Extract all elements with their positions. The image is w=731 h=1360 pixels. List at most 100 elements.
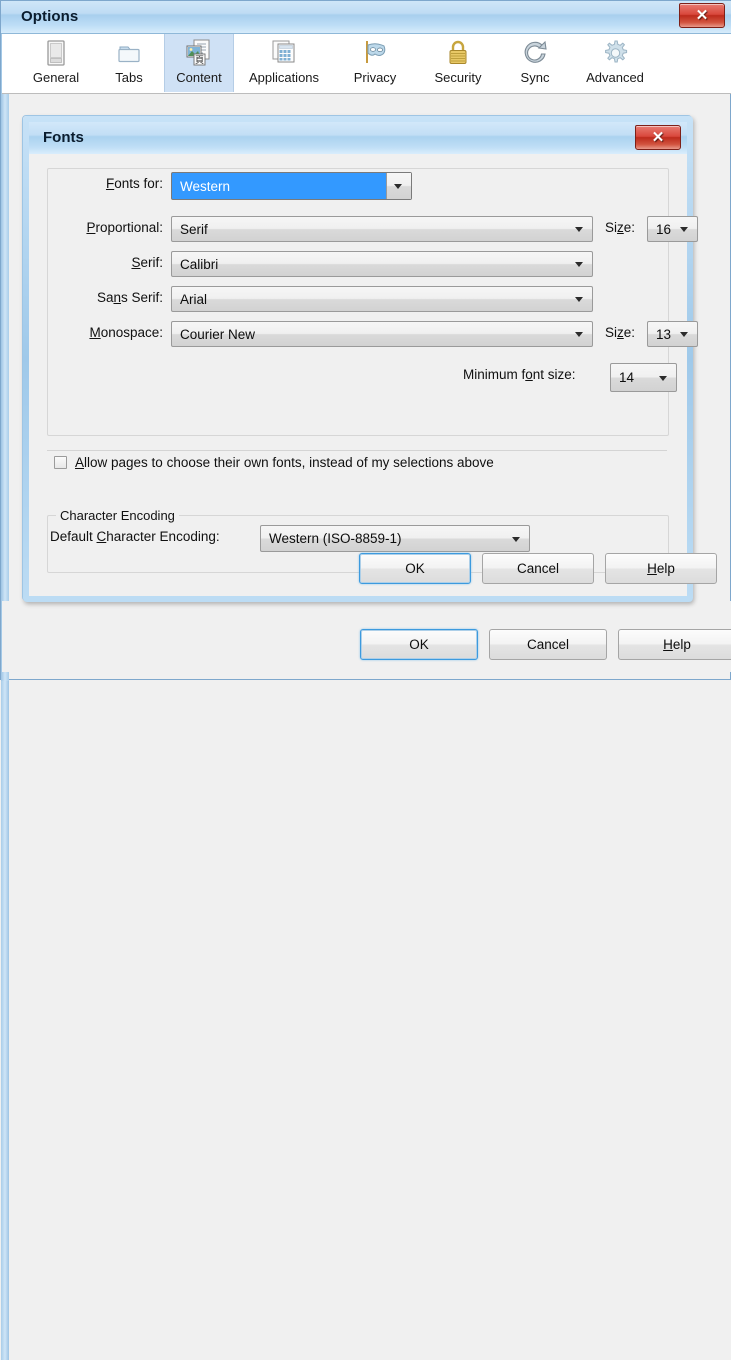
sync-arrows-icon [519,38,551,68]
chevron-down-icon [575,262,583,267]
proportional-size-select[interactable]: 16 [647,216,698,242]
tab-privacy[interactable]: Privacy [334,34,416,92]
options-ok-label: OK [409,637,429,652]
monospace-size-label-row: Size: [605,325,635,340]
proportional-size-value: 16 [656,221,672,237]
monospace-size-value: 13 [656,326,672,342]
fonts-help-label: elp [656,561,675,576]
serif-font-value: Calibri [180,256,219,272]
serif-font-select[interactable]: Calibri [171,251,593,277]
minimum-font-size-select[interactable]: 14 [610,363,677,392]
window-frame-left [1,1,9,681]
options-ok-button[interactable]: OK [360,629,478,660]
default-encoding-select[interactable]: Western (ISO-8859-1) [260,525,530,552]
serif-label: Serif: [131,255,163,270]
chevron-down-icon [575,227,583,232]
default-encoding-row: Default Character Encoding: [50,529,220,544]
close-icon: ✕ [695,7,709,24]
chevron-down-icon [659,375,667,381]
tab-sync-label: Sync [520,70,550,85]
sans-serif-row: Sans Serif: [63,290,163,305]
options-toolbar: General Tabs 頁 Content Applications Priv… [2,34,731,94]
tab-general[interactable]: General [18,34,94,92]
options-window: Options ✕ General Tabs 頁 Content Applica… [0,0,731,1360]
chevron-down-icon [394,184,402,189]
gear-icon [599,38,631,68]
fonts-dialog-titlebar: Fonts ✕ [29,122,687,154]
window-icon [40,38,72,68]
proportional-label: Proportional: [86,220,163,235]
mask-icon [359,38,391,68]
tab-tabs[interactable]: Tabs [94,34,164,92]
monospace-row: Monospace: [63,325,163,340]
sans-serif-font-select[interactable]: Arial [171,286,593,312]
monospace-size-select[interactable]: 13 [647,321,698,347]
applications-icon [268,38,300,68]
tab-security[interactable]: Security [416,34,500,92]
monospace-size-label: Size: [605,325,636,340]
tab-tabs-label: Tabs [115,70,143,85]
monospace-label: Monospace: [89,325,163,340]
content-page-icon: 頁 [183,38,215,68]
chevron-down-icon [512,536,520,542]
tab-applications-label: Applications [248,70,320,85]
fonts-help-accel: H [647,561,657,576]
minimum-font-size-label: Minimum font size: [463,367,576,382]
close-fonts-dialog-button[interactable]: ✕ [635,125,681,150]
close-icon: ✕ [651,129,665,146]
tab-advanced-label: Advanced [586,70,644,85]
tab-sync[interactable]: Sync [500,34,570,92]
window-titlebar: Options ✕ [1,1,731,34]
minimum-font-size-label-row: Minimum font size: [463,367,576,382]
close-window-button[interactable]: ✕ [679,3,725,28]
fonts-for-label: Fonts for: [105,176,163,191]
chevron-down-icon [575,332,583,337]
proportional-font-select[interactable]: Serif [171,216,593,242]
fonts-dialog-title: Fonts [43,129,84,146]
proportional-font-value: Serif [180,221,208,237]
fonts-for-row: Fonts for: [85,176,163,191]
options-help-accel: H [663,637,673,652]
window-title: Options [21,8,79,25]
tab-general-label: General [32,70,80,85]
padlock-icon [442,38,474,68]
allow-pages-label: Allow pages to choose their own fonts, i… [75,455,494,470]
fonts-ok-button[interactable]: OK [359,553,471,584]
proportional-size-label: Size: [605,220,636,235]
fonts-cancel-button[interactable]: Cancel [482,553,594,584]
sans-serif-label: Sans Serif: [96,290,163,305]
fonts-dialog-button-bar: OK Cancel Help [359,553,717,584]
tab-content-label: Content [176,70,222,85]
allow-pages-checkbox[interactable] [54,456,67,469]
tab-content[interactable]: 頁 Content [164,34,234,92]
tab-security-label: Security [434,70,482,85]
fonts-dialog-body: Fonts for: Western Proportional: Serif S… [29,154,717,596]
character-encoding-group-label: Character Encoding [56,508,179,523]
options-cancel-button[interactable]: Cancel [489,629,607,660]
default-encoding-label: Default Character Encoding: [50,529,220,544]
fonts-for-value: Western [180,178,231,194]
fonts-for-select[interactable]: Western [171,172,412,200]
tab-privacy-label: Privacy [353,70,397,85]
proportional-row: Proportional: [63,220,163,235]
options-button-bar: OK Cancel Help [360,629,731,660]
fonts-dialog: Fonts ✕ Fonts for: Western Proportional: [22,115,717,601]
tab-advanced[interactable]: Advanced [570,34,660,92]
window-frame-right [1,681,9,1360]
allow-pages-row[interactable]: Allow pages to choose their own fonts, i… [54,455,494,470]
folder-tab-icon [113,38,145,68]
fonts-ok-label: OK [405,561,425,576]
fonts-cancel-label: Cancel [516,561,560,576]
chevron-down-icon [680,332,688,337]
monospace-font-select[interactable]: Courier New [171,321,593,347]
tab-applications[interactable]: Applications [234,34,334,92]
minimum-font-size-value: 14 [619,370,635,385]
chevron-down-icon [680,227,688,232]
fonts-help-button[interactable]: Help [605,553,717,584]
options-cancel-label: Cancel [526,637,570,652]
sans-serif-font-value: Arial [180,291,208,307]
serif-row: Serif: [63,255,163,270]
svg-text:頁: 頁 [195,55,204,66]
options-help-button[interactable]: Help [618,629,731,660]
options-help-label: elp [672,637,691,652]
